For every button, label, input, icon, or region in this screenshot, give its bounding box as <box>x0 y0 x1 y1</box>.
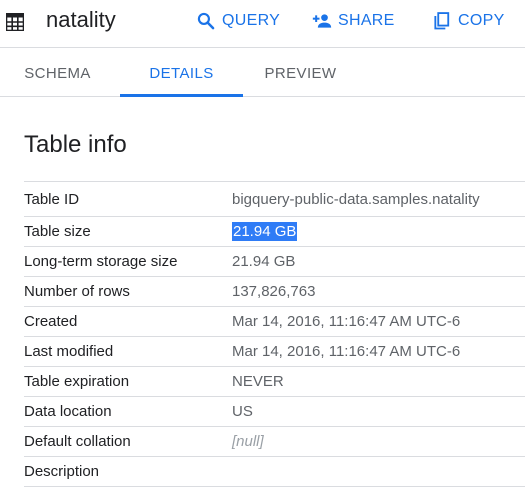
info-value: 21.94 GB <box>232 253 296 270</box>
info-value: US <box>232 403 253 420</box>
table-icon <box>5 12 25 32</box>
info-label: Description <box>24 463 100 480</box>
info-row-long-term-storage: Long-term storage size 21.94 GB <box>24 246 525 277</box>
copy-button[interactable]: COPY <box>432 9 505 33</box>
info-value: [null] <box>232 433 264 450</box>
info-label: Default collation <box>24 433 131 450</box>
info-label: Created <box>24 313 78 330</box>
header: natality QUERY SHARE COPY <box>0 0 525 48</box>
info-value: Mar 14, 2016, 11:16:47 AM UTC-6 <box>232 343 461 360</box>
info-row-table-expiration: Table expiration NEVER <box>24 366 525 397</box>
tab-bar: SCHEMA DETAILS PREVIEW <box>0 49 525 97</box>
selected-text: 21.94 GB <box>232 222 298 241</box>
info-row-description: Description <box>24 456 525 487</box>
table-title: natality <box>46 7 116 32</box>
tab-details[interactable]: DETAILS <box>120 49 243 97</box>
info-row-number-of-rows: Number of rows 137,826,763 <box>24 276 525 307</box>
info-label: Number of rows <box>24 283 130 300</box>
tab-preview[interactable]: PREVIEW <box>243 49 358 96</box>
info-value: NEVER <box>232 373 284 390</box>
info-label: Table ID <box>24 190 80 208</box>
info-row-created: Created Mar 14, 2016, 11:16:47 AM UTC-6 <box>24 306 525 337</box>
tab-schema[interactable]: SCHEMA <box>0 49 115 96</box>
query-label: QUERY <box>222 12 281 29</box>
info-row-table-size: Table size 21.94 GB <box>24 216 525 247</box>
info-value: bigquery-public-data.samples.natality <box>232 190 480 208</box>
table-info: Table ID bigquery-public-data.samples.na… <box>24 181 525 487</box>
info-value: 137,826,763 <box>232 283 316 300</box>
search-icon <box>197 12 215 30</box>
info-label: Table expiration <box>24 373 130 390</box>
copy-icon <box>434 12 450 30</box>
section-title: Table info <box>24 131 127 158</box>
share-label: SHARE <box>338 12 395 29</box>
info-label: Data location <box>24 403 112 420</box>
info-row-last-modified: Last modified Mar 14, 2016, 11:16:47 AM … <box>24 336 525 367</box>
share-button[interactable]: SHARE <box>312 9 395 33</box>
info-value: 21.94 GB <box>232 217 525 247</box>
copy-label: COPY <box>458 12 505 29</box>
info-row-default-collation: Default collation [null] <box>24 426 525 457</box>
query-button[interactable]: QUERY <box>196 9 280 33</box>
info-value <box>232 457 525 487</box>
add-person-icon <box>312 14 332 28</box>
info-row-table-id: Table ID bigquery-public-data.samples.na… <box>24 181 525 217</box>
info-label: Last modified <box>24 343 114 360</box>
info-row-data-location: Data location US <box>24 396 525 427</box>
info-value: Mar 14, 2016, 11:16:47 AM UTC-6 <box>232 313 461 330</box>
info-label: Long-term storage size <box>24 253 178 270</box>
info-label: Table size <box>24 223 91 240</box>
